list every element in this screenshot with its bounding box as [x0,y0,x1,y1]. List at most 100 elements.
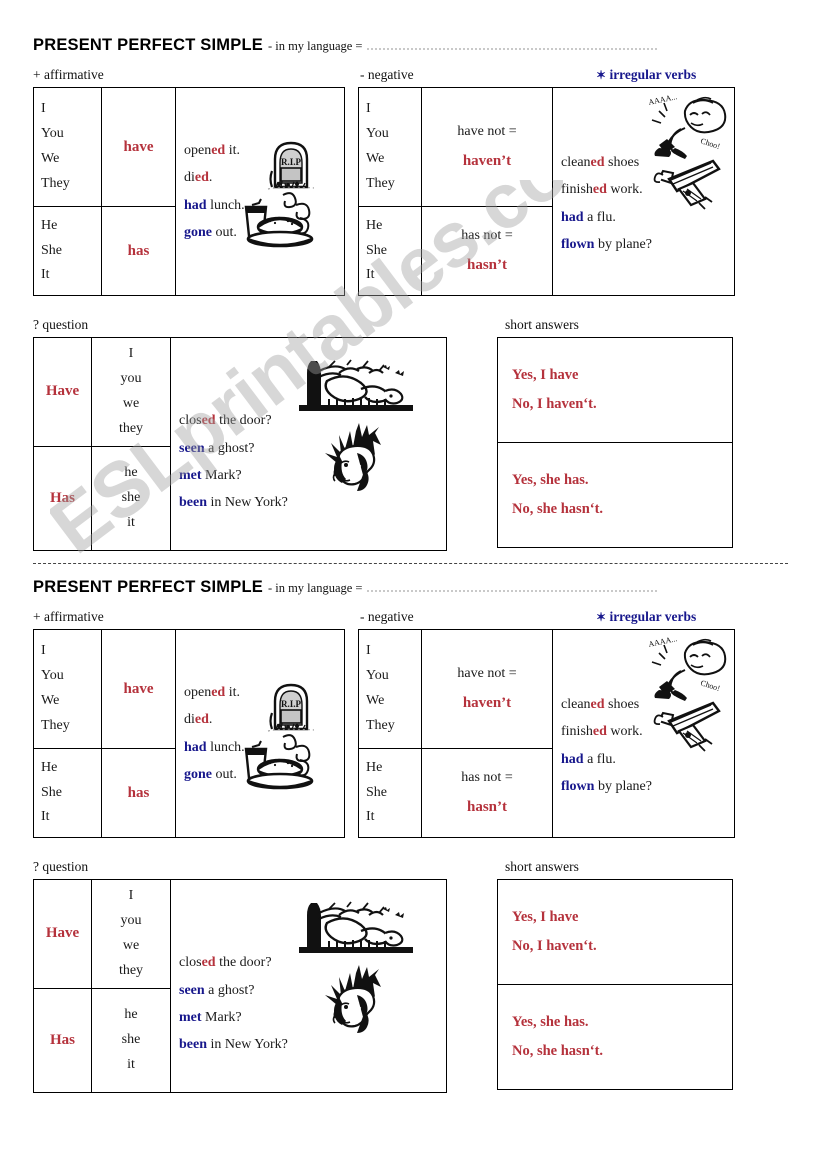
fill-in-blank-line[interactable] [367,585,658,592]
airplane-icon [653,701,723,757]
pronoun: They [41,717,70,733]
pronoun: they [118,962,144,978]
example-post: a flu. [583,209,616,225]
svg-text:AAAA...: AAAA... [648,637,678,649]
star-icon: ✶ [596,68,607,82]
example-line: met Mark? [179,462,440,489]
example-irregular-verb: had [561,209,584,225]
example-post: shoes [604,154,640,170]
affirmative-examples: opened it. died. had lunch. gone out. R.… [176,673,344,794]
example-post: the door? [215,413,272,429]
pronoun: It [366,267,375,283]
short-answer-line: No, she hasn‘t. [512,501,604,517]
pronoun: she [121,489,141,505]
affirmative-aux-have: have [101,87,176,207]
pronoun: She [41,784,62,800]
pronoun: It [366,809,375,825]
question-aux-have: Have [33,879,92,989]
question-aux-has: Has [33,987,92,1093]
pronoun: He [366,217,383,233]
pronoun: She [366,784,387,800]
question-pronouns-singular: he she it [91,445,171,551]
example-post: Mark? [201,467,242,483]
table-row: I You We They have opened it. died. had … [33,87,345,296]
table-row: I You We They have not = haven’t cleaned… [358,87,735,296]
pronoun: I [366,101,371,117]
pronoun: it [127,1056,135,1072]
ghost-tree-icon [299,359,413,412]
pronoun: you [120,912,142,928]
example-ending: ed [592,182,607,198]
example-ending: ed [194,170,209,186]
table-row: Yes, I have No, I haven‘t. [497,337,733,443]
example-post: in New York? [207,1037,288,1053]
svg-text:Choo!: Choo! [699,678,721,693]
label-irregular-verbs-text: irregular verbs [609,609,697,624]
aux-contraction: haven’t [462,153,512,169]
example-ending: ed [201,413,216,429]
example-post: a ghost? [204,982,255,998]
negative-pronouns-singular: He She It [358,748,422,838]
statue-of-liberty-icon [323,423,389,495]
table-row: Have I you we they closed the door? seen… [33,879,447,1093]
section-labels-lower: ? question short answers [33,859,788,879]
negative-pronouns-plural: I You We They [358,629,422,749]
example-pre: open [184,684,212,700]
example-post: it. [225,684,240,700]
example-post: shoes [604,696,640,712]
pronoun: We [41,693,60,708]
aux-equation: has not = hasn’t [422,764,552,822]
pronoun: We [366,151,385,166]
affirmative-examples-cell: opened it. died. had lunch. gone out. R.… [175,629,345,838]
affirmative-pronouns-singular: He She It [33,206,102,296]
affirmative-pronouns-plural: I You We They [33,629,102,749]
pronoun: I [128,888,134,903]
example-post: by plane? [594,778,652,794]
short-answer-line: No, I haven‘t. [512,938,597,954]
affirmative-pronouns-plural: I You We They [33,87,102,207]
aux-full-form: has not = [461,228,513,243]
pronoun: we [122,937,140,953]
pronoun-stack: he she it [92,999,170,1082]
short-answer-group: Yes, I have No, I haven‘t. [498,359,732,421]
sneezing-boy-icon: AAAA... Choo! [645,95,729,161]
negative-aux-hasnt: has not = hasn’t [421,748,553,838]
fastfood-icon [234,731,326,793]
aux-full-form: has not = [461,770,513,785]
pronoun: He [41,759,58,775]
question-pronouns-singular: he she it [91,987,171,1093]
example-irregular-verb: met [179,1009,202,1025]
example-line: flown by plane? [561,231,728,258]
short-answers-block-1: Yes, I have No, I haven‘t. [497,879,733,985]
example-post: a ghost? [204,440,255,456]
example-post: work. [606,182,643,198]
example-irregular-verb: been [179,495,207,511]
example-irregular-verb: had [561,751,584,767]
tombstone-icon: R.I.P [262,677,320,733]
example-ending: ed [211,684,226,700]
title-main-text: PRESENT PERFECT SIMPLE [33,578,263,596]
example-pre: finish [561,724,593,740]
pronoun: we [122,395,140,411]
negative-aux-hasnt: has not = hasn’t [421,206,553,296]
example-ending: ed [201,955,216,971]
short-answers-table: Yes, I have No, I haven‘t. Yes, she has.… [497,879,733,1090]
example-line: closed the door? [179,407,440,434]
pronoun: We [366,693,385,708]
example-ending: ed [590,154,605,170]
pronoun: I [41,643,46,659]
pronoun-stack: He She It [359,210,421,293]
aux-equation: have not = haven’t [422,118,552,176]
negative-table: I You We They have not = haven’t cleaned… [358,87,735,296]
example-irregular-verb: flown [561,236,595,252]
pronoun-stack: I you we they [92,880,170,988]
negative-pronouns-plural: I You We They [358,87,422,207]
pronoun: They [366,717,395,733]
example-post: a flu. [583,751,616,767]
affirmative-examples-cell: opened it. died. had lunch. gone out. R.… [175,87,345,296]
fill-in-blank-line[interactable] [367,43,658,50]
example-line: seen a ghost? [179,435,440,462]
title-sub-text: - in my language = [267,581,363,595]
lower-tables-row: Have I you we they closed the door? seen… [33,879,788,1093]
sneeze-text-2: Choo! [699,136,721,151]
